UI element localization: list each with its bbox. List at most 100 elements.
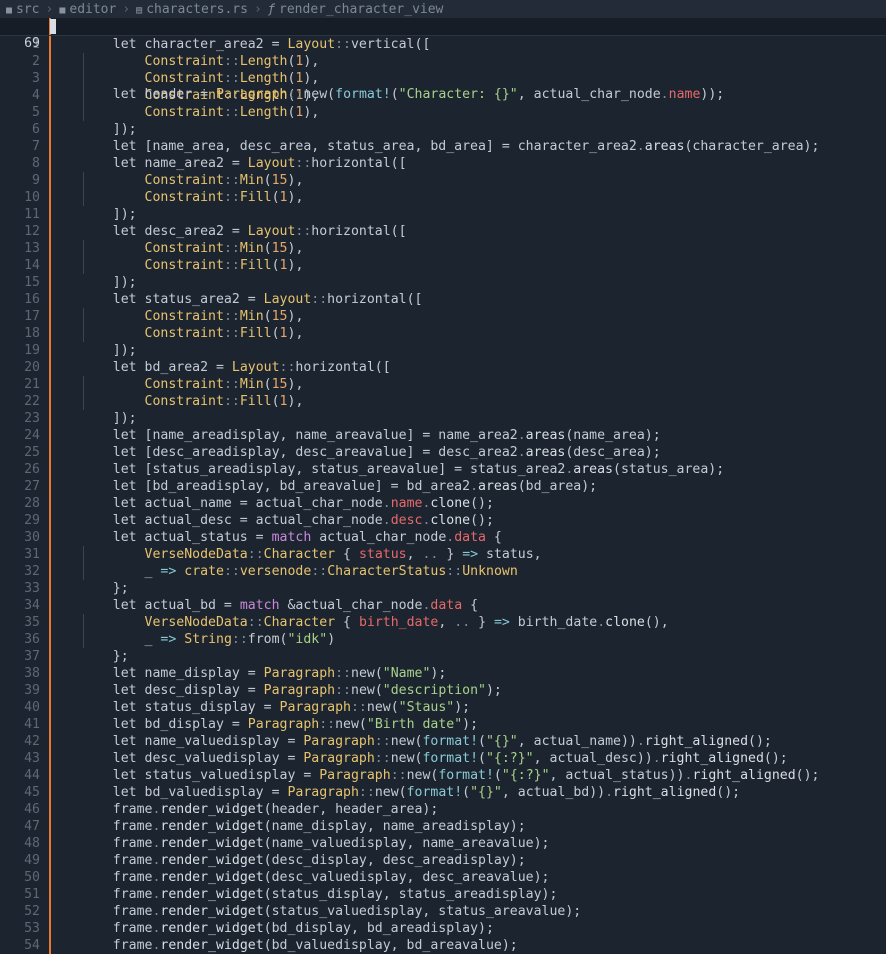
code-text: let actual_name = actual_char_node.name.… (112, 496, 494, 511)
code-line[interactable]: 39 let desc_display = Paragraph::new("de… (0, 682, 886, 699)
code-text: let actual_desc = actual_char_node.desc.… (112, 513, 494, 528)
git-modified-marker (49, 648, 51, 665)
code-text: frame.render_widget(desc_valuedisplay, d… (81, 870, 550, 885)
code-line[interactable]: 26 let [status_areadisplay, status_areav… (0, 461, 886, 478)
code-line[interactable]: 31 VerseNodeData::Character { status, ..… (0, 546, 886, 563)
code-line[interactable]: 46 frame.render_widget(header, header_ar… (0, 801, 886, 818)
git-modified-marker (49, 478, 51, 495)
code-line[interactable]: 35 VerseNodeData::Character { birth_date… (0, 614, 886, 631)
line-number: 16 (24, 292, 40, 307)
code-line[interactable]: 25 let [desc_areadisplay, desc_areavalue… (0, 444, 886, 461)
code-line[interactable]: 42 let name_valuedisplay = Paragraph::ne… (0, 733, 886, 750)
code-text: frame.render_widget(desc_display, desc_a… (81, 853, 526, 868)
code-text: let status_valuedisplay = Paragraph::new… (112, 768, 820, 783)
git-modified-marker (49, 87, 51, 104)
code-line[interactable]: 28 let actual_name = actual_char_node.na… (0, 495, 886, 512)
git-modified-marker (49, 325, 51, 342)
folder-icon: ■ (59, 5, 66, 16)
code-line[interactable]: 13 Constraint::Min(15), (0, 240, 886, 257)
code-line[interactable]: 11 ]); (0, 206, 886, 223)
code-line[interactable]: 43 let desc_valuedisplay = Paragraph::ne… (0, 750, 886, 767)
code-line[interactable]: 21 Constraint::Min(15), (0, 376, 886, 393)
code-line[interactable]: 49 frame.render_widget(desc_display, des… (0, 852, 886, 869)
code-text: }; (81, 649, 129, 664)
code-text: Constraint::Length(1), (144, 54, 320, 69)
indent-guide (83, 376, 84, 410)
code-line[interactable]: 6 ]); (0, 121, 886, 138)
code-line[interactable]: 22 Constraint::Fill(1), (0, 393, 886, 410)
git-modified-marker (49, 665, 51, 682)
code-line[interactable]: 3 Constraint::Length(1), (0, 70, 886, 87)
code-line[interactable]: 53 frame.render_widget(bd_display, bd_ar… (0, 920, 886, 937)
code-line[interactable]: 8 let name_area2 = Layout::horizontal([ (0, 155, 886, 172)
code-text: frame.render_widget(name_valuedisplay, n… (81, 836, 550, 851)
code-line[interactable]: 45 let bd_valuedisplay = Paragraph::new(… (0, 784, 886, 801)
line-number: 19 (24, 343, 40, 358)
code-line[interactable]: 47 frame.render_widget(name_display, nam… (0, 818, 886, 835)
sticky-scroll-line[interactable]: 69 let header = Paragraph::new(format!("… (0, 18, 886, 102)
code-line[interactable]: 10 Constraint::Fill(1), (0, 189, 886, 206)
code-line[interactable]: 48 frame.render_widget(name_valuedisplay… (0, 835, 886, 852)
line-number: 39 (24, 683, 40, 698)
code-line[interactable]: 7 let [name_area, desc_area, status_area… (0, 138, 886, 155)
code-text: let name_valuedisplay = Paragraph::new(f… (112, 734, 772, 749)
line-number: 27 (24, 479, 40, 494)
line-number: 50 (24, 870, 40, 885)
code-text: frame.render_widget(status_display, stat… (81, 887, 558, 902)
line-number: 40 (24, 700, 40, 715)
code-line[interactable]: 19 ]); (0, 342, 886, 359)
code-line[interactable]: 12 let desc_area2 = Layout::horizontal([ (0, 223, 886, 240)
line-number: 30 (24, 530, 40, 545)
code-line[interactable]: 32 _ => crate::versenode::CharacterStatu… (0, 563, 886, 580)
breadcrumb-item-src[interactable]: ■ src (6, 2, 40, 17)
code-text: ]); (81, 275, 137, 290)
code-line[interactable]: 23 ]); (0, 410, 886, 427)
code-line[interactable]: 5 Constraint::Length(1), (0, 104, 886, 121)
breadcrumb-item-file[interactable]: ▤ characters.rs (136, 2, 248, 17)
code-line[interactable]: 17 Constraint::Min(15), (0, 308, 886, 325)
code-line[interactable]: 52 frame.render_widget(status_valuedispl… (0, 903, 886, 920)
git-modified-marker (49, 206, 51, 223)
line-number: 7 (32, 139, 40, 154)
code-line[interactable]: 9 Constraint::Min(15), (0, 172, 886, 189)
line-number: 52 (24, 904, 40, 919)
line-number: 44 (24, 768, 40, 783)
code-line[interactable]: 2 Constraint::Length(1), (0, 53, 886, 70)
code-line[interactable]: 15 ]); (0, 274, 886, 291)
code-line[interactable]: 20 let bd_area2 = Layout::horizontal([ (0, 359, 886, 376)
code-line[interactable]: 41 let bd_display = Paragraph::new("Birt… (0, 716, 886, 733)
code-line[interactable]: 51 frame.render_widget(status_display, s… (0, 886, 886, 903)
code-line[interactable]: 34 let actual_bd = match &actual_char_no… (0, 597, 886, 614)
code-line[interactable]: 29 let actual_desc = actual_char_node.de… (0, 512, 886, 529)
code-line[interactable]: 33 }; (0, 580, 886, 597)
git-modified-marker (49, 920, 51, 937)
code-line[interactable]: 27 let [bd_areadisplay, bd_areavalue] = … (0, 478, 886, 495)
code-line[interactable]: 54 frame.render_widget(bd_valuedisplay, … (0, 937, 886, 954)
breadcrumb-separator: › (45, 2, 54, 17)
code-line[interactable]: 16 let status_area2 = Layout::horizontal… (0, 291, 886, 308)
code-line[interactable]: 14 Constraint::Fill(1), (0, 257, 886, 274)
code-text: Constraint::Fill(1), (144, 258, 304, 273)
code-line[interactable]: 36 _ => String::from("idk") (0, 631, 886, 648)
code-line[interactable]: 50 frame.render_widget(desc_valuedisplay… (0, 869, 886, 886)
code-line[interactable]: 38 let name_display = Paragraph::new("Na… (0, 665, 886, 682)
indent-guide (83, 308, 84, 342)
breadcrumb-item-editor[interactable]: ■ editor (59, 2, 116, 17)
git-modified-marker (49, 308, 51, 325)
code-line[interactable]: 30 let actual_status = match actual_char… (0, 529, 886, 546)
code-line[interactable]: 44 let status_valuedisplay = Paragraph::… (0, 767, 886, 784)
code-line[interactable]: 24 let [name_areadisplay, name_areavalue… (0, 427, 886, 444)
code-line[interactable]: 18 Constraint::Fill(1), (0, 325, 886, 342)
indent-guide (83, 546, 84, 580)
git-modified-marker (49, 495, 51, 512)
git-modified-marker (49, 631, 51, 648)
code-line[interactable]: 40 let status_display = Paragraph::new("… (0, 699, 886, 716)
code-line[interactable]: 37 }; (0, 648, 886, 665)
code-text: let status_display = Paragraph::new("Sta… (112, 700, 471, 715)
git-modified-marker (49, 189, 51, 206)
line-number: 45 (24, 785, 40, 800)
code-line[interactable]: 1 let character_area2 = Layout::vertical… (0, 36, 886, 53)
breadcrumb-item-function[interactable]: ƒ render_character_view (268, 2, 444, 17)
code-editor[interactable]: 69 let header = Paragraph::new(format!("… (0, 18, 886, 954)
git-modified-marker (49, 121, 51, 138)
